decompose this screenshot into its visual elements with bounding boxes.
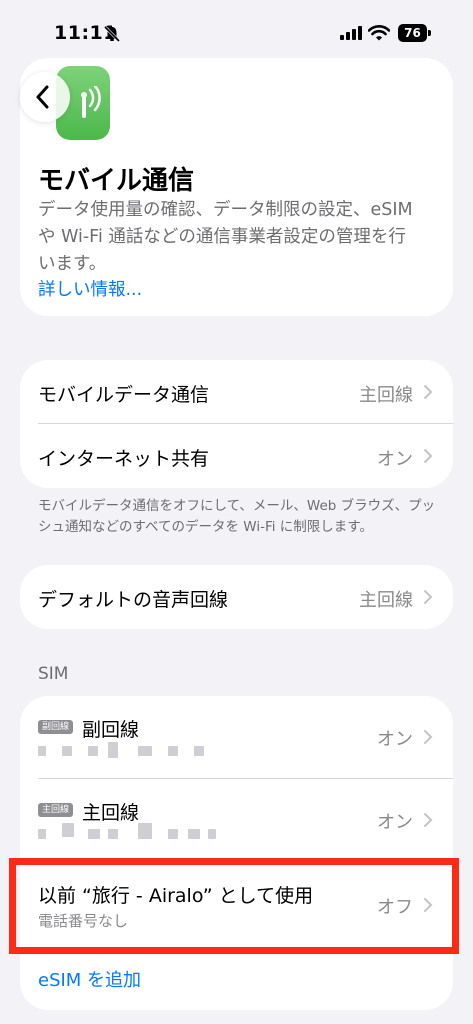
highlight-annotation bbox=[9, 858, 459, 954]
cellular-signal-icon bbox=[340, 26, 362, 40]
bell-slash-icon bbox=[103, 25, 121, 43]
personal-hotspot-row[interactable]: インターネット共有 オン bbox=[20, 424, 453, 488]
add-esim-row[interactable]: eSIM を追加 bbox=[20, 956, 453, 1010]
battery-level: 76 bbox=[398, 24, 427, 42]
row-value: 主回線 bbox=[359, 385, 413, 406]
masked-phone-number bbox=[38, 742, 218, 760]
sim-line-secondary[interactable]: 副回線 副回線 オン bbox=[20, 696, 453, 778]
sim-badge: 副回線 bbox=[38, 720, 74, 734]
mobile-data-footnote: モバイルデータ通信をオフにして、メール、Web ブラウズ、プッシュ通知などのすべ… bbox=[38, 498, 436, 535]
default-voice-line-row[interactable]: デフォルトの音声回線 主回線 bbox=[20, 565, 453, 629]
page-title: モバイル通信 bbox=[38, 166, 195, 196]
row-label: インターネット共有 bbox=[38, 448, 210, 470]
back-button[interactable] bbox=[20, 72, 70, 122]
learn-more-link[interactable]: 詳しい情報... bbox=[38, 276, 142, 301]
sim-line-primary[interactable]: 主回線 主回線 オン bbox=[20, 779, 453, 861]
chevron-right-icon bbox=[424, 590, 433, 604]
row-value: オン bbox=[377, 812, 413, 833]
row-label: デフォルトの音声回線 bbox=[38, 589, 229, 611]
mobile-data-row[interactable]: モバイルデータ通信 主回線 bbox=[20, 360, 453, 424]
sim-group: 副回線 副回線 オン 主回線 主回線 オン 以前 “旅行 - Airalo” と… bbox=[20, 696, 453, 1010]
add-esim-button[interactable]: eSIM を追加 bbox=[38, 966, 141, 992]
chevron-left-icon bbox=[36, 85, 49, 109]
sim-badge: 主回線 bbox=[38, 803, 74, 817]
battery-icon: 76 bbox=[398, 24, 432, 42]
wifi-icon bbox=[368, 25, 390, 41]
chevron-right-icon bbox=[424, 449, 433, 463]
row-label: モバイルデータ通信 bbox=[38, 384, 210, 406]
row-value: 主回線 bbox=[359, 590, 413, 611]
row-value: オン bbox=[377, 729, 413, 750]
sim-line-name: 主回線 bbox=[82, 802, 140, 824]
sim-line-name: 副回線 bbox=[82, 719, 140, 741]
row-value: オン bbox=[377, 449, 413, 470]
chevron-right-icon bbox=[424, 813, 433, 827]
page-description: データ使用量の確認、データ制限の設定、eSIM や Wi-Fi 通話などの通信事… bbox=[38, 200, 413, 274]
masked-phone-number bbox=[38, 823, 218, 843]
chevron-right-icon bbox=[424, 385, 433, 399]
chevron-right-icon bbox=[424, 730, 433, 744]
default-voice-group: デフォルトの音声回線 主回線 bbox=[20, 565, 453, 629]
status-bar: 11:11 76 bbox=[0, 0, 473, 52]
sim-section-header: SIM bbox=[38, 664, 69, 684]
mobile-data-group: モバイルデータ通信 主回線 インターネット共有 オン bbox=[20, 360, 453, 488]
